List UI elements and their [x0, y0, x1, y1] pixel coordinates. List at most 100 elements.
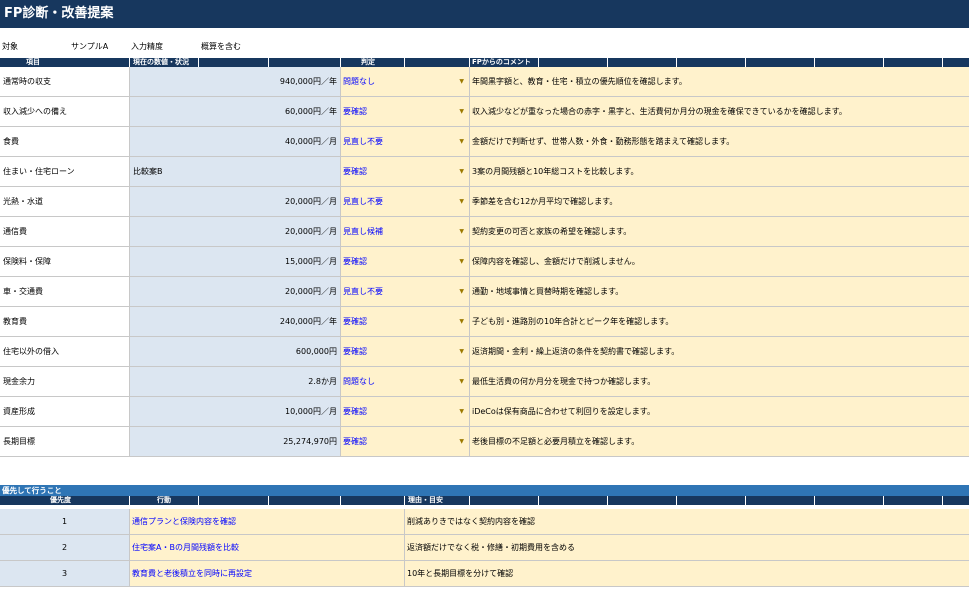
diag-comment[interactable]: 季節差を含む12か月平均で確認します。: [469, 187, 969, 216]
diag-judge-value: 見直し候補: [343, 227, 383, 236]
diag-comment[interactable]: 最低生活費の何か月分を現金で持つか確認します。: [469, 367, 969, 396]
diag-item: 教育費: [0, 307, 129, 336]
diag-comment[interactable]: 子ども別・進路別の10年合計とピーク年を確認します。: [469, 307, 969, 336]
diag-judge-value: 要確認: [343, 437, 367, 446]
diag-status-cell[interactable]: 60,000円／年: [129, 97, 340, 126]
diag-status-cell[interactable]: 15,000円／月: [129, 247, 340, 276]
header-reason: 理由・目安: [408, 496, 443, 504]
diag-judge-select[interactable]: 見直し不要 ▼: [340, 187, 469, 216]
diag-comment[interactable]: 通勤・地域事情と買替時期を確認します。: [469, 277, 969, 306]
diag-item: 光熱・水道: [0, 187, 129, 216]
diag-status-cell[interactable]: 2.8か月: [129, 367, 340, 396]
diag-judge-select[interactable]: 問題なし ▼: [340, 67, 469, 96]
diag-judge-value: 要確認: [343, 317, 367, 326]
diag-row: 通常時の収支 940,000円／年 問題なし ▼ 年間黒字額と、教育・住宅・積立の優先順…: [0, 67, 969, 97]
dropdown-arrow-icon[interactable]: ▼: [459, 307, 464, 336]
diag-judge-select[interactable]: 要確認 ▼: [340, 247, 469, 276]
meta-bar: 対象 サンプルA 入力精度 概算を含む: [0, 41, 969, 53]
diag-comment[interactable]: 保障内容を確認し、金額だけで削減しません。: [469, 247, 969, 276]
diag-judge-value: 要確認: [343, 257, 367, 266]
priority-action[interactable]: 住宅案A・Bの月間残額を比較: [129, 535, 404, 560]
diag-judge-select[interactable]: 要確認 ▼: [340, 397, 469, 426]
diag-row: 現金余力 2.8か月 問題なし ▼ 最低生活費の何か月分を現金で持つか確認します。: [0, 367, 969, 397]
diag-status-cell[interactable]: 10,000円／月: [129, 397, 340, 426]
diag-judge-value: 要確認: [343, 347, 367, 356]
dropdown-arrow-icon[interactable]: ▼: [459, 367, 464, 396]
diag-judge-value: 要確認: [343, 107, 367, 116]
dropdown-arrow-icon[interactable]: ▼: [459, 277, 464, 306]
diag-judge-select[interactable]: 要確認 ▼: [340, 307, 469, 336]
diag-status-value: 20,000円／月: [285, 227, 337, 236]
target-value[interactable]: サンプルA: [71, 41, 108, 52]
diag-comment[interactable]: 返済期間・金利・繰上返済の条件を契約書で確認します。: [469, 337, 969, 366]
diag-status-cell[interactable]: 20,000円／月: [129, 217, 340, 246]
diag-status-cell[interactable]: 20,000円／月: [129, 277, 340, 306]
dropdown-arrow-icon[interactable]: ▼: [459, 157, 464, 186]
dropdown-arrow-icon[interactable]: ▼: [459, 217, 464, 246]
diag-judge-select[interactable]: 要確認 ▼: [340, 97, 469, 126]
diag-comment[interactable]: 年間黒字額と、教育・住宅・積立の優先順位を確認します。: [469, 67, 969, 96]
diag-judge-select[interactable]: 要確認 ▼: [340, 337, 469, 366]
dropdown-arrow-icon[interactable]: ▼: [459, 67, 464, 96]
diag-item: 現金余力: [0, 367, 129, 396]
dropdown-arrow-icon[interactable]: ▼: [459, 247, 464, 276]
dropdown-arrow-icon[interactable]: ▼: [459, 337, 464, 366]
diag-judge-select[interactable]: 見直し候補 ▼: [340, 217, 469, 246]
diag-comment[interactable]: 金額だけで判断せず、世帯人数・外食・勤務形態を踏まえて確認します。: [469, 127, 969, 156]
priority-reason[interactable]: 返済額だけでなく税・修繕・初期費用を含める: [404, 535, 969, 560]
diag-status-value: 2.8か月: [308, 377, 337, 386]
target-label: 対象: [2, 42, 18, 51]
diag-item: 通信費: [0, 217, 129, 246]
diag-comment[interactable]: iDeCoは保有商品に合わせて利回りを設定します。: [469, 397, 969, 426]
diag-row: 住宅以外の借入 600,000円 要確認 ▼ 返済期間・金利・繰上返済の条件を契約書で確…: [0, 337, 969, 367]
diag-row: 収入減少への備え 60,000円／年 要確認 ▼ 収入減少などが重なった場合の赤字・黒字…: [0, 97, 969, 127]
dropdown-arrow-icon[interactable]: ▼: [459, 397, 464, 426]
dropdown-arrow-icon[interactable]: ▼: [459, 427, 464, 456]
diag-status-cell[interactable]: 25,274,970円: [129, 427, 340, 456]
diag-status-cell[interactable]: 20,000円／月: [129, 187, 340, 216]
diag-status-cell[interactable]: 940,000円／年: [129, 67, 340, 96]
diag-judge-select[interactable]: 見直し不要 ▼: [340, 277, 469, 306]
priority-rank[interactable]: 1: [0, 509, 129, 534]
diag-judge-value: 問題なし: [343, 77, 375, 86]
diag-header-row: 項目 現在の数値・状況 判定 FPからのコメント: [0, 58, 969, 67]
diag-row: 保険料・保障 15,000円／月 要確認 ▼ 保障内容を確認し、金額だけで削減しません。: [0, 247, 969, 277]
priority-reason[interactable]: 削減ありきではなく契約内容を確認: [404, 509, 969, 534]
dropdown-arrow-icon[interactable]: ▼: [459, 187, 464, 216]
diag-status-value: 25,274,970円: [283, 437, 337, 446]
dropdown-arrow-icon[interactable]: ▼: [459, 127, 464, 156]
dropdown-arrow-icon[interactable]: ▼: [459, 97, 464, 126]
priority-action[interactable]: 教育費と老後積立を同時に再設定: [129, 561, 404, 586]
diag-status-cell[interactable]: 600,000円: [129, 337, 340, 366]
diag-judge-select[interactable]: 要確認 ▼: [340, 427, 469, 456]
header-action: 行動: [157, 496, 171, 504]
precision-label: 入力精度: [131, 42, 163, 51]
priority-rank[interactable]: 2: [0, 535, 129, 560]
diag-status-value: 240,000円／年: [279, 317, 337, 326]
diag-status-value: 15,000円／月: [285, 257, 337, 266]
diag-status-value: 60,000円／年: [285, 107, 337, 116]
diag-judge-select[interactable]: 問題なし ▼: [340, 367, 469, 396]
header-judge: 判定: [361, 58, 375, 66]
diag-item: 長期目標: [0, 427, 129, 456]
diag-item: 住宅以外の借入: [0, 337, 129, 366]
diag-status-cell[interactable]: 比較案B: [129, 157, 340, 186]
diag-comment[interactable]: 収入減少などが重なった場合の赤字・黒字と、生活費何か月分の現金を確保できているか…: [469, 97, 969, 126]
priority-reason[interactable]: 10年と長期目標を分けて確認: [404, 561, 969, 586]
diag-comment[interactable]: 契約変更の可否と家族の希望を確認します。: [469, 217, 969, 246]
diag-item: 資産形成: [0, 397, 129, 426]
diag-judge-select[interactable]: 要確認 ▼: [340, 157, 469, 186]
header-status: 現在の数値・状況: [133, 58, 189, 66]
diag-status-cell[interactable]: 40,000円／月: [129, 127, 340, 156]
diag-status-text: 比較案B: [133, 167, 163, 176]
priority-rank[interactable]: 3: [0, 561, 129, 586]
diag-row: 通信費 20,000円／月 見直し候補 ▼ 契約変更の可否と家族の希望を確認します。: [0, 217, 969, 247]
priority-action[interactable]: 通信プランと保険内容を確認: [129, 509, 404, 534]
precision-value[interactable]: 概算を含む: [201, 41, 241, 52]
diag-status-cell[interactable]: 240,000円／年: [129, 307, 340, 336]
diag-comment[interactable]: 3案の月間残額と10年総コストを比較します。: [469, 157, 969, 186]
diag-row: 光熱・水道 20,000円／月 見直し不要 ▼ 季節差を含む12か月平均で確認します。: [0, 187, 969, 217]
diag-judge-select[interactable]: 見直し不要 ▼: [340, 127, 469, 156]
diag-row: 食費 40,000円／月 見直し不要 ▼ 金額だけで判断せず、世帯人数・外食・勤務形態を…: [0, 127, 969, 157]
diag-comment[interactable]: 老後目標の不足額と必要月積立を確認します。: [469, 427, 969, 456]
